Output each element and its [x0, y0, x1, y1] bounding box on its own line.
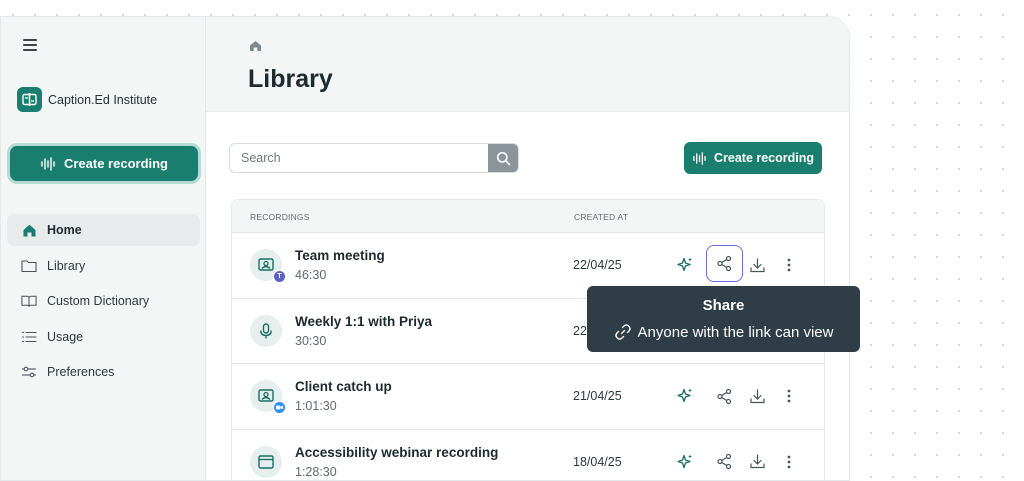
recording-title: Weekly 1:1 with Priya [295, 313, 433, 329]
sidebar: Caption.Ed Institute Create recording Ho… [1, 17, 206, 480]
tooltip-description: Anyone with the link can view [587, 323, 860, 341]
download-icon[interactable] [747, 255, 767, 275]
more-options-icon[interactable] [779, 452, 799, 472]
video-call-icon [250, 380, 286, 414]
recording-date: 18/04/25 [573, 454, 622, 469]
create-recording-button[interactable]: Create recording [684, 142, 822, 174]
recording-date: 21/04/25 [573, 389, 622, 403]
browser-window-icon [250, 445, 282, 478]
breadcrumb-home-icon[interactable] [249, 39, 262, 57]
recording-title: Accessibility webinar recording [295, 444, 499, 460]
book-icon [21, 293, 37, 309]
recording-date: 22/04/25 [573, 258, 622, 272]
sidebar-item-label: Library [47, 258, 86, 273]
sidebar-item-label: Usage [47, 329, 84, 344]
share-button[interactable] [706, 245, 743, 282]
sidebar-item-home[interactable]: Home [7, 214, 200, 246]
tooltip-title: Share [702, 297, 745, 314]
microphone-icon [250, 314, 282, 347]
search-input[interactable] [230, 144, 488, 172]
recording-duration: 1:01:30 [295, 399, 337, 413]
recording-title: Client catch up [295, 379, 392, 394]
share-icon [717, 255, 732, 272]
create-recording-label: Create recording [63, 156, 169, 171]
page-title: Library [248, 65, 333, 93]
column-header-created-at: CREATED AT [574, 212, 629, 222]
brand-logo-icon [17, 87, 42, 112]
create-recording-button[interactable]: Create recording [10, 146, 198, 181]
sidebar-item-label: Preferences [47, 365, 115, 379]
sidebar-item-preferences[interactable]: Preferences [7, 356, 200, 388]
table-header: RECORDINGS CREATED AT [232, 200, 824, 233]
main-content: Library Create recording RECORDINGS CREA… [206, 17, 849, 480]
sidebar-item-label: Custom Dictionary [47, 294, 150, 308]
share-icon[interactable] [714, 452, 734, 472]
recording-duration: 46:30 [295, 268, 327, 282]
ai-sparkle-icon[interactable] [675, 255, 695, 275]
brand: Caption.Ed Institute [17, 87, 157, 112]
share-tooltip: Share Anyone with the link can view [587, 286, 860, 352]
table-row[interactable]: Accessibility webinar recording 1:28:30 … [232, 430, 824, 481]
table-row[interactable]: Client catch up 1:01:30 21/04/25 [232, 364, 824, 430]
sidebar-nav: Home Library Custom Dictionary Usage Pre… [7, 214, 200, 392]
sidebar-item-library[interactable]: Library [7, 250, 200, 282]
video-call-icon: T [250, 249, 286, 283]
share-icon[interactable] [714, 386, 734, 406]
column-header-recordings: RECORDINGS [250, 212, 310, 222]
tooltip-description-text: Anyone with the link can view [637, 323, 834, 341]
sidebar-item-usage[interactable]: Usage [7, 321, 200, 353]
home-icon [21, 222, 37, 238]
sidebar-item-label: Home [47, 223, 82, 237]
download-icon[interactable] [747, 386, 767, 406]
ai-sparkle-icon[interactable] [675, 386, 695, 406]
recording-duration: 30:30 [295, 333, 327, 348]
create-recording-label: Create recording [713, 151, 815, 165]
search-icon [496, 151, 510, 165]
waveform-icon [693, 151, 706, 165]
app-window: Caption.Ed Institute Create recording Ho… [0, 16, 850, 481]
hamburger-menu-icon[interactable] [23, 39, 37, 51]
folder-icon [21, 258, 37, 274]
search-box [229, 143, 519, 173]
sidebar-item-custom-dictionary[interactable]: Custom Dictionary [7, 285, 200, 317]
more-options-icon[interactable] [779, 255, 799, 275]
waveform-icon [41, 156, 55, 171]
link-icon [614, 324, 631, 340]
zoom-badge-icon [273, 401, 286, 414]
ai-sparkle-icon[interactable] [675, 452, 695, 472]
search-button[interactable] [488, 144, 518, 172]
brand-name: Caption.Ed Institute [48, 92, 158, 107]
recording-title: Team meeting [295, 248, 385, 263]
sliders-icon [21, 364, 37, 380]
teams-badge-icon: T [273, 270, 286, 283]
page-header: Library [206, 17, 849, 112]
download-icon[interactable] [747, 452, 767, 472]
recording-duration: 1:28:30 [295, 464, 337, 479]
more-options-icon[interactable] [779, 386, 799, 406]
list-icon [21, 329, 37, 345]
